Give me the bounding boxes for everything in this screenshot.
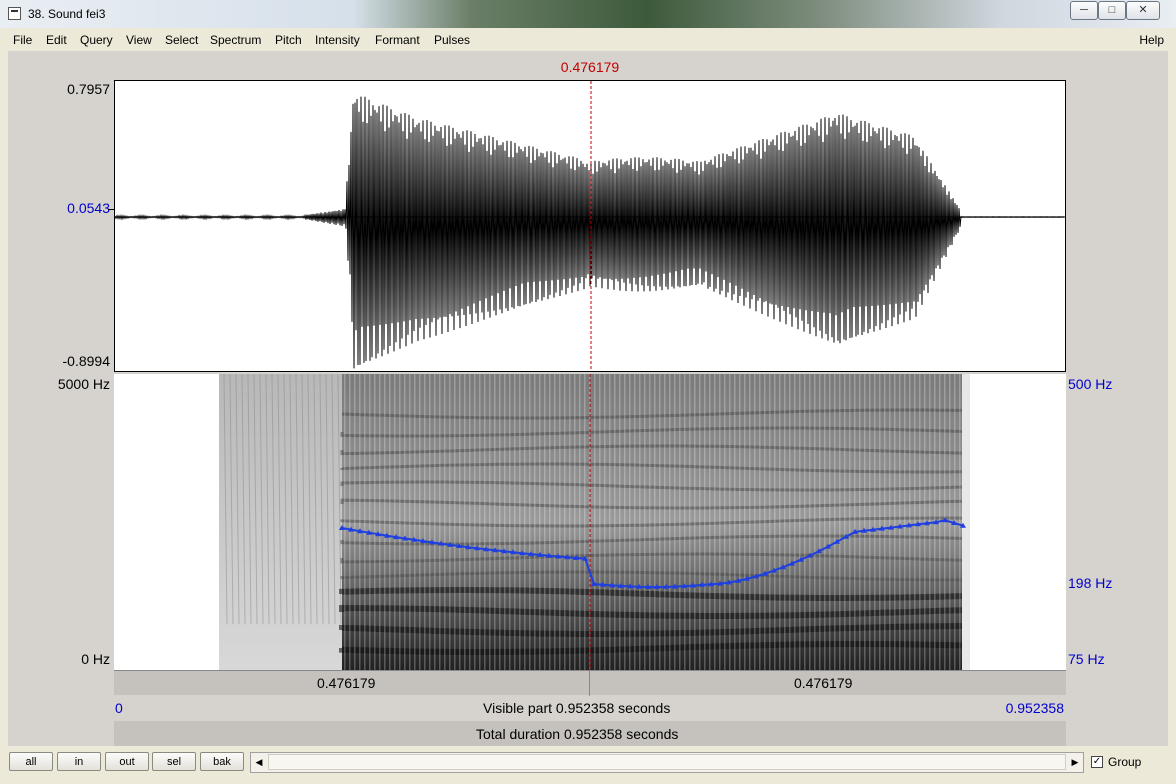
zoom-in-button[interactable]: in: [57, 752, 101, 771]
waveform-mid-label: 0.0543: [67, 200, 110, 216]
visible-part-label: Visible part 0.952358 seconds: [483, 700, 671, 716]
pitch-top-label: 500 Hz: [1068, 376, 1113, 392]
waveform-min-label: -0.8994: [62, 353, 110, 369]
end-time-label: 0.952358: [1005, 700, 1064, 716]
maximize-button[interactable]: □: [1098, 1, 1126, 20]
zoom-out-button[interactable]: out: [105, 752, 149, 771]
glottal-striations: [342, 374, 962, 670]
close-icon: ✕: [1138, 4, 1148, 16]
total-duration-label: Total duration 0.952358 seconds: [476, 726, 679, 742]
spectrogram-plot: [219, 374, 970, 670]
pitch-bottom-label: 75 Hz: [1068, 651, 1105, 667]
left-segment-label: 0.476179: [317, 675, 376, 691]
menu-view[interactable]: View: [126, 33, 152, 47]
pitch-mid-label: 198 Hz: [1068, 575, 1113, 591]
scroll-thumb[interactable]: [268, 754, 1066, 770]
menu-intensity[interactable]: Intensity: [315, 33, 360, 47]
total-duration-bar[interactable]: Total duration 0.952358 seconds: [114, 721, 1066, 746]
menu-pitch[interactable]: Pitch: [275, 33, 302, 47]
menu-query[interactable]: Query: [80, 33, 113, 47]
zoom-selection-button[interactable]: sel: [152, 752, 196, 771]
menu-select[interactable]: Select: [165, 33, 198, 47]
menu-spectrum[interactable]: Spectrum: [210, 33, 261, 47]
visible-part-bar[interactable]: 0 Visible part 0.952358 seconds 0.952358: [114, 696, 1066, 720]
title-bar[interactable]: 38. Sound fei3 ─ □ ✕: [0, 0, 1176, 28]
chevron-right-icon[interactable]: ▶: [1067, 753, 1083, 772]
app-icon: [8, 7, 21, 20]
minimize-icon: ─: [1080, 4, 1088, 16]
zoom-all-button[interactable]: all: [9, 752, 53, 771]
menu-pulses[interactable]: Pulses: [434, 33, 470, 47]
menu-edit[interactable]: Edit: [46, 33, 67, 47]
waveform-trace: [115, 96, 1065, 369]
cursor-divider: [589, 671, 590, 696]
spectrogram-top-freq-label: 5000 Hz: [57, 376, 110, 392]
spectrogram-bottom-freq-label: 0 Hz: [81, 651, 110, 667]
selection-time-bar[interactable]: 0.476179 0.476179: [114, 670, 1066, 696]
spectrogram-panel[interactable]: [114, 374, 1066, 670]
window-title: 38. Sound fei3: [28, 7, 106, 21]
minimize-button[interactable]: ─: [1070, 1, 1098, 20]
right-segment-label: 0.476179: [794, 675, 853, 691]
horizontal-scrollbar[interactable]: ◀ ▶: [250, 752, 1084, 773]
menu-file[interactable]: File: [13, 33, 32, 47]
waveform-plot: [115, 81, 1065, 371]
start-time-label: 0: [115, 700, 123, 716]
zoom-back-button[interactable]: bak: [200, 752, 244, 771]
cursor-time-label: 0.476179: [560, 59, 620, 75]
waveform-max-label: 0.7957: [67, 81, 110, 97]
menu-formant[interactable]: Formant: [375, 33, 420, 47]
bottom-toolbar: all in out sel bak ◀ ▶ ✓ Group: [0, 748, 1176, 784]
praat-sound-window: 38. Sound fei3 ─ □ ✕ File Edit Query Vie…: [0, 0, 1176, 784]
maximize-icon: □: [1108, 4, 1116, 16]
menu-bar: File Edit Query View Select Spectrum Pit…: [0, 29, 1176, 50]
group-label: Group: [1108, 755, 1142, 769]
menu-help[interactable]: Help: [1139, 33, 1164, 47]
group-checkbox[interactable]: ✓: [1091, 756, 1103, 768]
close-button[interactable]: ✕: [1126, 1, 1160, 20]
chevron-left-icon[interactable]: ◀: [251, 753, 267, 772]
waveform-panel[interactable]: [114, 80, 1066, 372]
